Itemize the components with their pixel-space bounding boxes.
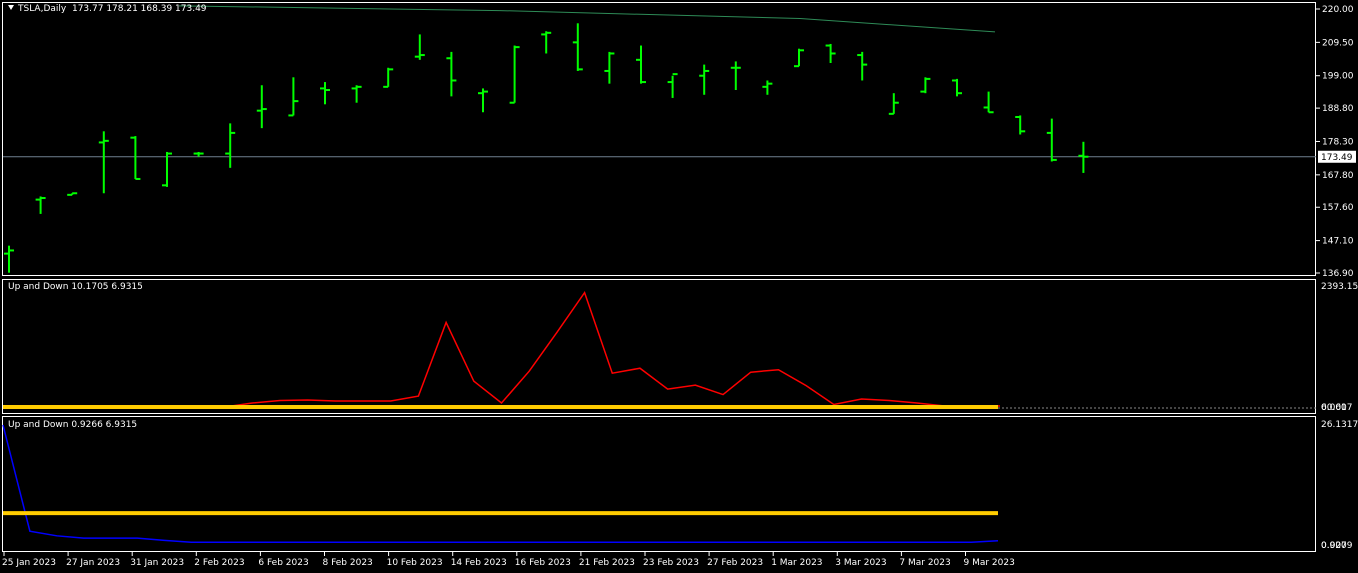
x-tick-label: 9 Mar 2023 — [964, 558, 1015, 568]
ohlc-bar — [604, 51, 615, 84]
x-tick-label: 23 Feb 2023 — [643, 558, 699, 568]
ohlc-bar — [952, 78, 962, 97]
ohlc-bar — [383, 67, 394, 88]
ohlc-bar — [699, 64, 710, 95]
ohlc-bar — [256, 85, 267, 129]
x-tick-label: 1 Mar 2023 — [771, 558, 822, 568]
y-tick-label: 199.00 — [1322, 72, 1354, 82]
ohlc-bar — [794, 48, 804, 68]
sub1-tick-label: 60.617 — [1321, 403, 1353, 413]
ohlc-bar — [130, 136, 141, 180]
x-tick-label: 2 Feb 2023 — [194, 558, 244, 568]
ohlc-bar — [636, 45, 646, 84]
x-tick-label: 25 Jan 2023 — [2, 558, 56, 568]
sub1-tick-label: 2393.156 — [1321, 282, 1358, 292]
y-tick-label: 157.60 — [1322, 203, 1354, 213]
y-tick-label: 220.00 — [1322, 5, 1354, 15]
price-axis: 220.00 209.50 199.00 188.80 178.30 167.80 157.… — [1316, 5, 1356, 279]
ohlc-bar — [288, 77, 299, 117]
sub2-indicator: 26.13170.0000.9279 — [2, 420, 1358, 551]
sub2-blue-line — [2, 424, 999, 543]
price-badge-label: 173.49 — [1321, 153, 1353, 163]
ohlc-bar — [446, 51, 457, 97]
x-tick-label: 31 Jan 2023 — [130, 558, 184, 568]
x-tick-label: 7 Mar 2023 — [899, 558, 950, 568]
ohlc-bar — [478, 88, 488, 113]
ohlc-bars — [4, 23, 1089, 273]
ohlc-bar — [4, 245, 14, 273]
y-tick-label: 188.80 — [1322, 104, 1354, 114]
sub2-label: Up and Down 0.9266 6.9315 — [8, 420, 138, 430]
ohlc-bar — [920, 77, 931, 94]
ohlc-bar — [983, 91, 994, 114]
ohlc-bar — [98, 131, 109, 194]
ohlc-bar — [67, 192, 78, 196]
x-tick-label: 21 Feb 2023 — [579, 558, 635, 568]
x-tick-label: 16 Feb 2023 — [515, 558, 571, 568]
sub1-indicator: 2393.1560.00060.617 — [3, 282, 1358, 413]
moving-average-line — [178, 5, 996, 33]
ohlc-bar — [225, 123, 236, 168]
symbol-label: TSLA,Daily — [18, 4, 67, 14]
y-tick-label: 178.30 — [1322, 137, 1354, 147]
ohlc-bar — [509, 45, 520, 104]
sub1-pane-frame — [2, 279, 1316, 414]
ohlc-bar — [351, 85, 362, 103]
main-pane-frame — [2, 2, 1316, 276]
ohlc-bar — [572, 23, 583, 71]
ohlc-bar — [35, 196, 46, 214]
x-tick-label: 27 Feb 2023 — [707, 558, 763, 568]
ohlc-bar — [193, 151, 204, 157]
y-tick-label: 147.10 — [1322, 237, 1354, 247]
ohlc-bar — [1078, 141, 1089, 173]
ohlc-bar — [1046, 118, 1057, 162]
chart-canvas[interactable]: 220.00 209.50 199.00 188.80 178.30 167.80 157.… — [0, 0, 1358, 573]
ohlc-bar — [730, 61, 741, 91]
ma-path — [178, 5, 996, 33]
sub2-pane-frame — [2, 416, 1316, 552]
ohlc-bar — [1015, 115, 1026, 135]
ohlc-bar — [320, 82, 330, 105]
x-tick-label: 8 Feb 2023 — [323, 558, 373, 568]
sub1-red-line — [3, 290, 1000, 408]
sub2-tick-label: 0.9279 — [1321, 541, 1353, 551]
ohlc-bar — [762, 80, 773, 95]
ohlc-bar — [857, 51, 868, 81]
x-tick-label: 14 Feb 2023 — [451, 558, 507, 568]
ohlc-values: 173.77 178.21 168.39 173.49 — [71, 4, 207, 14]
ohlc-bar — [667, 73, 678, 98]
x-tick-label: 3 Mar 2023 — [835, 558, 886, 568]
chart-header[interactable]: TSLA,Daily 173.77 178.21 168.39 173.49 — [8, 4, 207, 14]
ohlc-bar — [888, 93, 899, 115]
time-axis: 25 Jan 2023 27 Jan 2023 31 Jan 2023 2 Feb 2… — [2, 552, 1015, 568]
ohlc-bar — [541, 31, 552, 54]
sub2-tick-label: 26.1317 — [1321, 420, 1358, 430]
x-tick-label: 10 Feb 2023 — [387, 558, 443, 568]
y-tick-label: 209.50 — [1322, 38, 1354, 48]
x-tick-label: 6 Feb 2023 — [258, 558, 308, 568]
ohlc-bar — [825, 43, 836, 64]
x-tick-label: 27 Jan 2023 — [66, 558, 120, 568]
y-tick-label: 136.90 — [1322, 269, 1354, 279]
sub1-label: Up and Down 10.1705 6.9315 — [8, 282, 143, 292]
y-tick-label: 167.80 — [1322, 171, 1354, 181]
dropdown-triangle-icon[interactable] — [8, 5, 14, 10]
ohlc-bar — [414, 34, 425, 60]
